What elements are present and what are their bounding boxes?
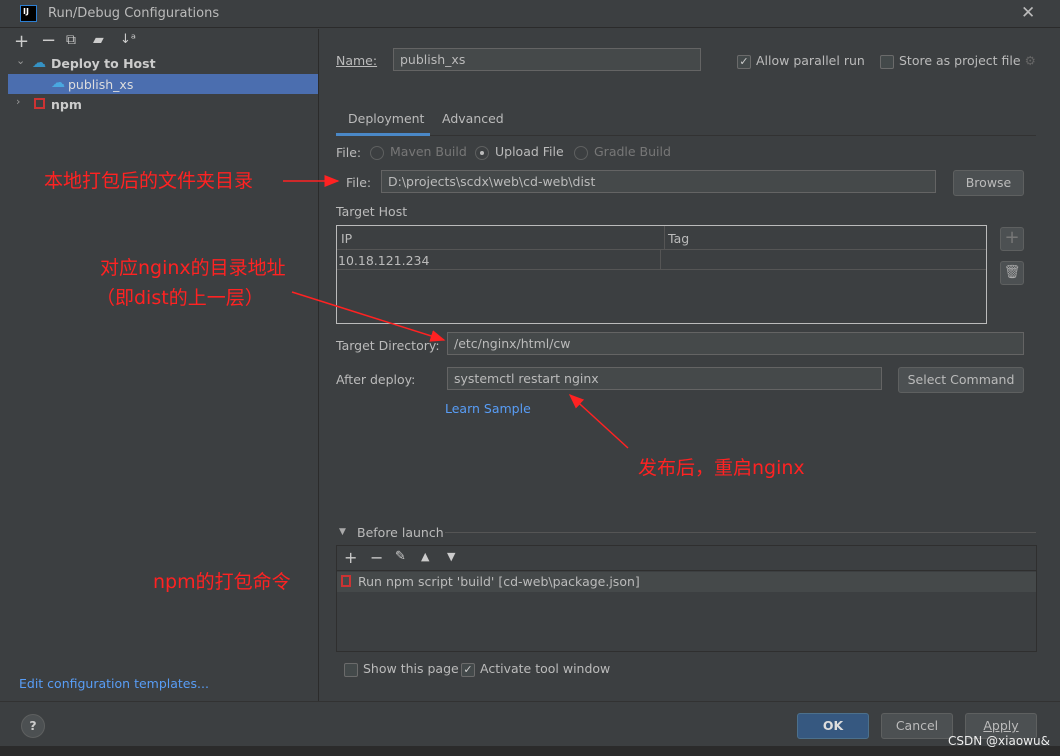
arrow-to-target-dir (291, 291, 446, 342)
annotation-arrows (283, 175, 629, 449)
arrow-to-after-deploy (568, 393, 629, 449)
